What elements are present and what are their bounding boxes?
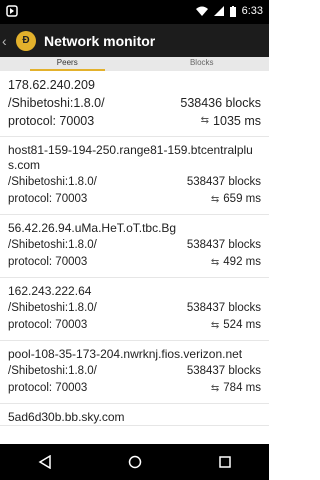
peer-agent: /Shibetoshi:1.8.0/ xyxy=(8,365,97,377)
peer-protocol: protocol: 70003 xyxy=(8,256,88,268)
peer-blocks: 538437 blocks xyxy=(186,302,261,314)
peer-host: 5ad6d30b.bb.sky.com xyxy=(8,410,125,424)
peer-host: 162.243.222.64 xyxy=(8,284,92,298)
list-item[interactable]: 5ad6d30b.bb.sky.com xyxy=(0,404,269,426)
page-title: Network monitor xyxy=(44,32,156,49)
ping-arrows-icon: ⇆ xyxy=(210,320,220,331)
peer-protocol: protocol: 70003 xyxy=(8,382,88,394)
wifi-icon xyxy=(195,6,208,16)
ping-arrows-icon: ⇆ xyxy=(210,383,220,394)
list-item[interactable]: pool-108-35-173-204.nwrknj.fios.verizon.… xyxy=(0,341,269,404)
peer-blocks: 538437 blocks xyxy=(186,365,261,377)
tab-peers[interactable]: Peers xyxy=(0,57,135,71)
peer-ping: 492 ms xyxy=(223,256,261,268)
peer-blocks: 538437 blocks xyxy=(186,239,261,251)
cell-signal-icon xyxy=(213,6,224,16)
peer-ping: 784 ms xyxy=(223,382,261,394)
tab-bar: Peers Blocks xyxy=(0,57,269,71)
peer-blocks: 538437 blocks xyxy=(186,176,261,188)
status-time: 6:33 xyxy=(241,5,263,17)
ping-arrows-icon: ⇆ xyxy=(200,115,210,126)
peer-protocol: protocol: 70003 xyxy=(8,319,88,331)
list-item[interactable]: 162.243.222.64 /Shibetoshi:1.8.0/ 538437… xyxy=(0,278,269,341)
battery-icon xyxy=(229,5,236,17)
peer-host: pool-108-35-173-204.nwrknj.fios.verizon.… xyxy=(8,347,243,361)
status-icons: 6:33 xyxy=(195,5,263,17)
peer-protocol: protocol: 70003 xyxy=(8,193,88,205)
peer-ping: 1035 ms xyxy=(213,114,261,128)
peer-host: 56.42.26.94.uMa.HeT.oT.tbc.Bg xyxy=(8,221,177,235)
action-bar: ‹ Ð Network monitor xyxy=(0,24,269,57)
ping-arrows-icon: ⇆ xyxy=(210,257,220,268)
peer-host: host81-159-194-250.range81-159.btcentral… xyxy=(8,143,253,172)
peer-protocol: protocol: 70003 xyxy=(8,114,95,128)
back-arrow-icon[interactable]: ‹ xyxy=(2,33,14,49)
app-logo-icon[interactable]: Ð xyxy=(16,30,36,51)
back-icon[interactable] xyxy=(38,455,52,469)
list-item[interactable]: 178.62.240.209 /Shibetoshi:1.8.0/ 538436… xyxy=(0,71,269,137)
peer-agent: /Shibetoshi:1.8.0/ xyxy=(8,239,97,251)
peer-ping: 659 ms xyxy=(223,193,261,205)
peer-agent: /Shibetoshi:1.8.0/ xyxy=(8,176,97,188)
list-item[interactable]: host81-159-194-250.range81-159.btcentral… xyxy=(0,137,269,215)
list-item[interactable]: 56.42.26.94.uMa.HeT.oT.tbc.Bg /Shibetosh… xyxy=(0,215,269,278)
tab-blocks[interactable]: Blocks xyxy=(135,57,270,71)
peer-agent: /Shibetoshi:1.8.0/ xyxy=(8,302,97,314)
recents-icon[interactable] xyxy=(219,456,231,468)
home-icon[interactable] xyxy=(128,455,142,469)
peer-list[interactable]: 178.62.240.209 /Shibetoshi:1.8.0/ 538436… xyxy=(0,71,269,444)
peer-agent: /Shibetoshi:1.8.0/ xyxy=(8,96,105,110)
status-bar: 6:33 xyxy=(0,0,269,24)
peer-host: 178.62.240.209 xyxy=(8,78,95,92)
ping-arrows-icon: ⇆ xyxy=(210,194,220,205)
navigation-bar xyxy=(0,444,269,480)
notification-icon xyxy=(6,5,18,17)
peer-blocks: 538436 blocks xyxy=(180,96,261,110)
peer-ping: 524 ms xyxy=(223,319,261,331)
